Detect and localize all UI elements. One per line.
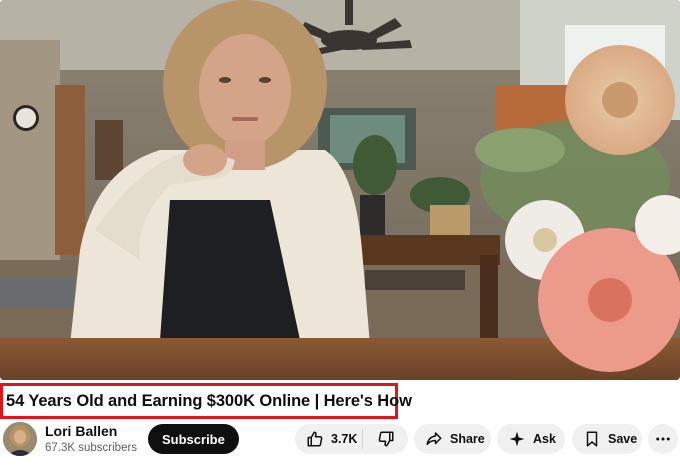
subscribe-button[interactable]: Subscribe	[148, 424, 239, 454]
more-actions-button[interactable]	[648, 424, 678, 454]
sparkle-icon	[507, 429, 527, 449]
ask-button[interactable]: Ask	[497, 424, 565, 454]
bookmark-icon	[582, 429, 602, 449]
video-title-highlight: 54 Years Old and Earning $300K Online | …	[0, 383, 412, 419]
share-label: Share	[450, 432, 485, 446]
dislike-button[interactable]	[363, 424, 408, 454]
channel-avatar[interactable]	[3, 422, 37, 456]
video-title: 54 Years Old and Earning $300K Online | …	[6, 391, 412, 410]
share-button[interactable]: Share	[414, 424, 491, 454]
like-count: 3.7K	[331, 432, 358, 446]
video-meta-row: Lori Ballen 67.3K subscribers Subscribe …	[0, 420, 680, 460]
like-dislike-group: 3.7K	[295, 424, 408, 454]
save-button[interactable]: Save	[572, 424, 642, 454]
subscriber-count: 67.3K subscribers	[45, 442, 138, 454]
thumbs-up-icon	[305, 429, 325, 449]
video-player[interactable]	[0, 0, 680, 380]
more-horizontal-icon	[653, 429, 673, 449]
thumbs-down-icon	[376, 429, 396, 449]
like-button[interactable]: 3.7K	[295, 424, 362, 454]
share-arrow-icon	[424, 429, 444, 449]
channel-name[interactable]: Lori Ballen	[45, 423, 117, 439]
save-label: Save	[608, 432, 638, 446]
video-frame	[0, 0, 680, 380]
ask-label: Ask	[533, 432, 556, 446]
